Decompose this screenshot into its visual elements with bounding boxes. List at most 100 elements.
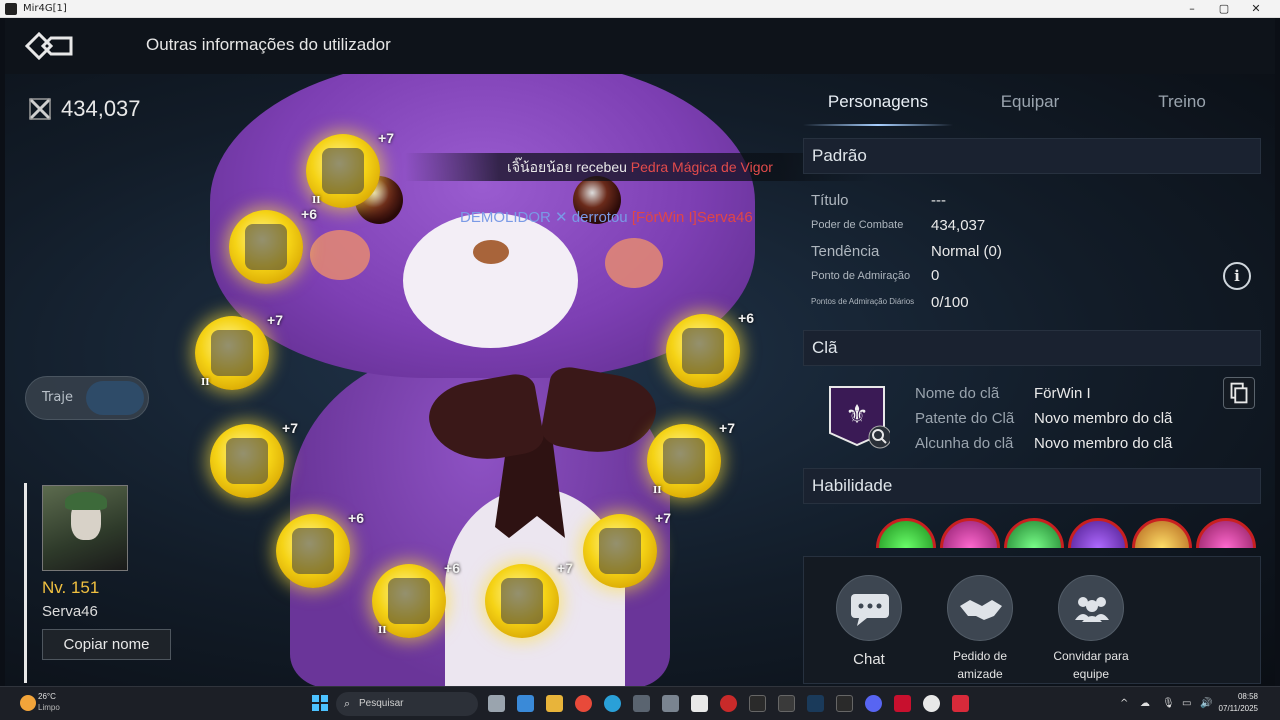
microphone-icon[interactable]: 🎙 <box>1162 698 1175 709</box>
copy-icon[interactable] <box>1223 377 1255 409</box>
chat-button[interactable]: Chat <box>814 575 924 669</box>
game-window-icon[interactable] <box>836 695 853 712</box>
maximize-button[interactable]: ▢ <box>1208 0 1240 18</box>
player-avatar <box>42 485 128 571</box>
clan-alias-value: Novo membro do clã <box>1034 435 1173 452</box>
chevron-up-icon[interactable]: ^ <box>1120 698 1128 709</box>
window-titlebar: Mir4G[1] – ▢ ✕ <box>0 0 1280 18</box>
avatar-hair <box>65 492 107 510</box>
tendencia-value: Normal (0) <box>931 243 1002 260</box>
search-icon: ⌕ <box>344 697 351 710</box>
pants-icon <box>226 438 268 484</box>
sword-icon <box>322 148 364 194</box>
system-clock[interactable]: 08:58 07/11/2025 <box>1219 691 1258 715</box>
copilot-icon[interactable] <box>517 695 534 712</box>
diarios-label: Pontos de Admiração Diários <box>811 297 915 306</box>
store-icon[interactable] <box>633 695 650 712</box>
clan-emblem-icon[interactable]: ⚜ <box>824 383 890 449</box>
equip-slot-armor[interactable]: +7 II <box>195 312 283 390</box>
clan-name-label: Nome do clã <box>915 385 1000 402</box>
enhance-level: +7 <box>267 312 283 328</box>
titulo-label: Título <box>811 192 849 209</box>
skill-icon[interactable] <box>1132 518 1192 548</box>
game-window-icon[interactable] <box>778 695 795 712</box>
invite-party-button[interactable]: Convidar para equipe <box>1036 575 1146 683</box>
invite-party-label-line2: equipe <box>1072 667 1110 681</box>
taskbar-search[interactable]: ⌕ Pesquisar <box>336 692 478 716</box>
skill-icon[interactable] <box>1068 518 1128 548</box>
task-view-icon[interactable] <box>488 695 505 712</box>
system-message-item: Pedra Mágica de Vigor <box>630 159 773 175</box>
equip-slot-boots[interactable]: +6 II <box>372 560 460 638</box>
traje-toggle[interactable]: Traje <box>25 376 149 420</box>
friend-request-button[interactable]: Pedido de amizade <box>925 575 1035 683</box>
poder-label: Poder de Combate <box>811 219 904 231</box>
poder-value: 434,037 <box>931 217 986 234</box>
media-player-icon[interactable] <box>923 695 940 712</box>
gloves-icon <box>292 528 334 574</box>
close-button[interactable]: ✕ <box>1240 0 1272 18</box>
section-header-padrao: Padrão <box>803 138 1261 174</box>
copy-name-button[interactable]: Copiar nome <box>42 629 171 660</box>
record-icon[interactable] <box>720 695 737 712</box>
equip-slot-pants[interactable]: +7 <box>210 420 298 498</box>
windows-start-icon[interactable] <box>312 695 328 711</box>
discord-icon[interactable] <box>865 695 882 712</box>
app-icon <box>5 2 17 15</box>
clock-time: 08:58 <box>1237 692 1258 701</box>
kill-message: DEMOLIDOR ✕ derrotou [FörWin I]Serva46 <box>460 208 753 226</box>
steam-icon[interactable] <box>807 695 824 712</box>
back-arrow-icon[interactable] <box>25 32 75 60</box>
traje-toggle-knob[interactable] <box>86 381 144 415</box>
skill-icon[interactable] <box>876 518 936 548</box>
chrome-icon[interactable] <box>575 695 592 712</box>
calculator-icon[interactable] <box>662 695 679 712</box>
app-icon[interactable] <box>952 695 969 712</box>
clan-alias-label: Alcunha do clã <box>915 435 1014 452</box>
player-name: Serva46 <box>42 603 98 620</box>
notepad-icon[interactable] <box>691 695 708 712</box>
page-title: Outras informações do utilizador <box>146 35 391 54</box>
skill-icon[interactable] <box>1196 518 1256 548</box>
equip-slot-necklace[interactable]: +7 <box>485 560 573 638</box>
weather-condition: Limpo <box>38 703 60 712</box>
equip-slot-bracelet[interactable]: +7 <box>583 510 671 588</box>
section-header-cla: Clã <box>803 330 1261 366</box>
file-explorer-icon[interactable] <box>546 695 563 712</box>
enhance-level: +7 <box>655 510 671 526</box>
weather-icon[interactable] <box>20 695 36 711</box>
equip-slot-gloves[interactable]: +6 <box>276 510 364 588</box>
diarios-value: 0/100 <box>931 294 969 311</box>
minimize-button[interactable]: – <box>1176 0 1208 18</box>
network-icon[interactable]: ▭ <box>1182 698 1191 709</box>
window-title: Mir4G[1] <box>23 3 67 14</box>
svg-text:⚜: ⚜ <box>845 400 868 430</box>
game-window-icon[interactable] <box>749 695 766 712</box>
equip-slot-secondary[interactable]: +6 <box>229 206 317 284</box>
tab-treino[interactable]: Treino <box>1107 92 1257 112</box>
app-icon[interactable] <box>894 695 911 712</box>
skill-icon[interactable] <box>1004 518 1064 548</box>
player-card-accent <box>24 483 27 683</box>
friend-request-label-line1: Pedido de <box>952 649 1008 663</box>
edge-icon[interactable] <box>604 695 621 712</box>
equip-slot-weapon[interactable]: +7 II <box>306 130 394 208</box>
kill-message-verb: derrotou <box>571 209 628 226</box>
equip-slot-earrings[interactable]: +6 <box>666 310 754 388</box>
chat-label: Chat <box>853 651 885 668</box>
volume-icon[interactable]: 🔊 <box>1200 698 1212 709</box>
equip-slot-ring[interactable]: +7 II <box>647 420 735 498</box>
kill-message-killer: DEMOLIDOR <box>460 209 551 226</box>
enhance-level: +6 <box>738 310 754 326</box>
tab-equipar[interactable]: Equipar <box>955 92 1105 112</box>
info-icon[interactable]: i <box>1223 262 1251 290</box>
tab-personagens[interactable]: Personagens <box>803 92 953 112</box>
skill-icon[interactable] <box>940 518 1000 548</box>
tier-badge: II <box>312 194 321 206</box>
onedrive-icon[interactable]: ☁ <box>1140 698 1150 709</box>
enhance-level: +6 <box>348 510 364 526</box>
handshake-icon <box>947 575 1013 641</box>
armor-icon <box>211 330 253 376</box>
tier-badge: II <box>653 484 662 496</box>
enhance-level: +6 <box>444 560 460 576</box>
